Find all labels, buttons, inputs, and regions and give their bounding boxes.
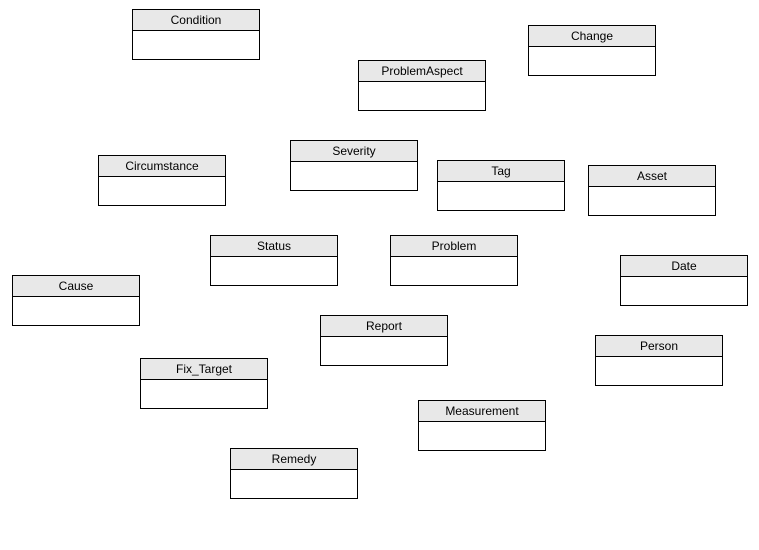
class-header-change: Change [529,26,655,47]
class-body-date [621,277,747,305]
class-header-person: Person [596,336,722,357]
class-body-remedy [231,470,357,498]
class-body-circumstance [99,177,225,205]
class-box-fix_target: Fix_Target [140,358,268,409]
class-box-asset: Asset [588,165,716,216]
class-header-severity: Severity [291,141,417,162]
class-box-measurement: Measurement [418,400,546,451]
class-header-problemaspect: ProblemAspect [359,61,485,82]
class-header-status: Status [211,236,337,257]
class-body-person [596,357,722,385]
class-box-problemaspect: ProblemAspect [358,60,486,111]
class-header-asset: Asset [589,166,715,187]
class-body-change [529,47,655,75]
class-body-problem [391,257,517,285]
class-box-change: Change [528,25,656,76]
class-header-cause: Cause [13,276,139,297]
class-box-tag: Tag [437,160,565,211]
class-header-circumstance: Circumstance [99,156,225,177]
class-body-status [211,257,337,285]
class-header-problem: Problem [391,236,517,257]
class-body-asset [589,187,715,215]
class-box-report: Report [320,315,448,366]
class-header-remedy: Remedy [231,449,357,470]
class-box-status: Status [210,235,338,286]
class-box-cause: Cause [12,275,140,326]
class-box-remedy: Remedy [230,448,358,499]
class-header-date: Date [621,256,747,277]
class-body-problemaspect [359,82,485,110]
class-body-cause [13,297,139,325]
class-header-measurement: Measurement [419,401,545,422]
class-body-tag [438,182,564,210]
class-header-tag: Tag [438,161,564,182]
class-box-problem: Problem [390,235,518,286]
class-box-date: Date [620,255,748,306]
class-header-condition: Condition [133,10,259,31]
class-body-severity [291,162,417,190]
class-body-measurement [419,422,545,450]
class-body-condition [133,31,259,59]
class-box-condition: Condition [132,9,260,60]
class-box-circumstance: Circumstance [98,155,226,206]
class-body-fix_target [141,380,267,408]
class-box-severity: Severity [290,140,418,191]
class-box-person: Person [595,335,723,386]
class-body-report [321,337,447,365]
class-header-fix_target: Fix_Target [141,359,267,380]
class-header-report: Report [321,316,447,337]
